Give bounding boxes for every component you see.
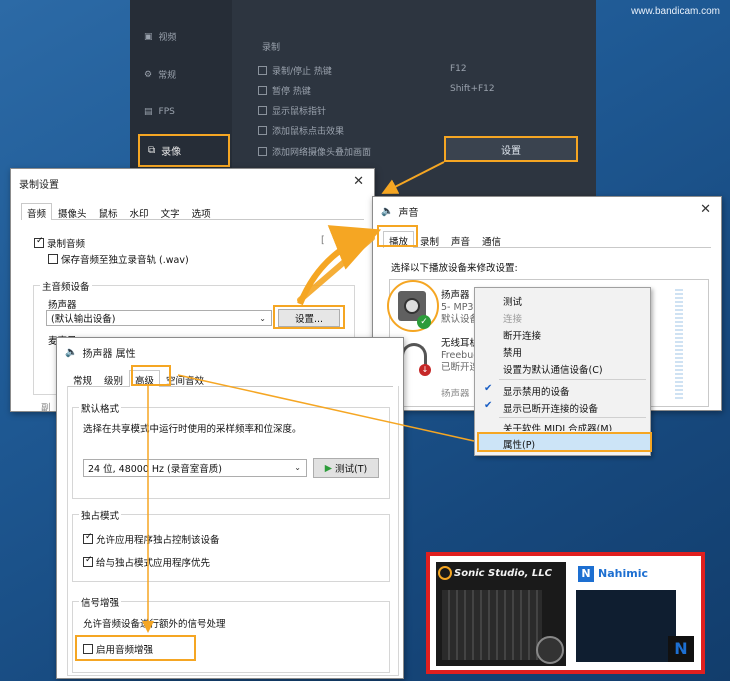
nahimic-icon: N	[668, 636, 694, 662]
arrow-properties-to-advanced	[177, 374, 475, 442]
sonic-studio-title: Sonic Studio, LLC	[454, 568, 552, 579]
nahimic-panel: N Nahimic N	[572, 562, 698, 666]
arrow-speaker-to-playback	[297, 235, 375, 303]
sonic-studio-panel: Sonic Studio, LLC	[436, 562, 566, 666]
nahimic-logo: N	[578, 566, 594, 582]
arrow-settings-to-sound	[381, 161, 445, 194]
sonic-studio-logo	[438, 566, 452, 580]
nahimic-title: Nahimic	[598, 567, 648, 580]
promo-panel: Sonic Studio, LLC N Nahimic N	[426, 552, 705, 674]
sonic-studio-screenshot	[442, 590, 542, 660]
sonic-studio-icon	[536, 636, 564, 664]
nahimic-screenshot	[576, 590, 676, 662]
